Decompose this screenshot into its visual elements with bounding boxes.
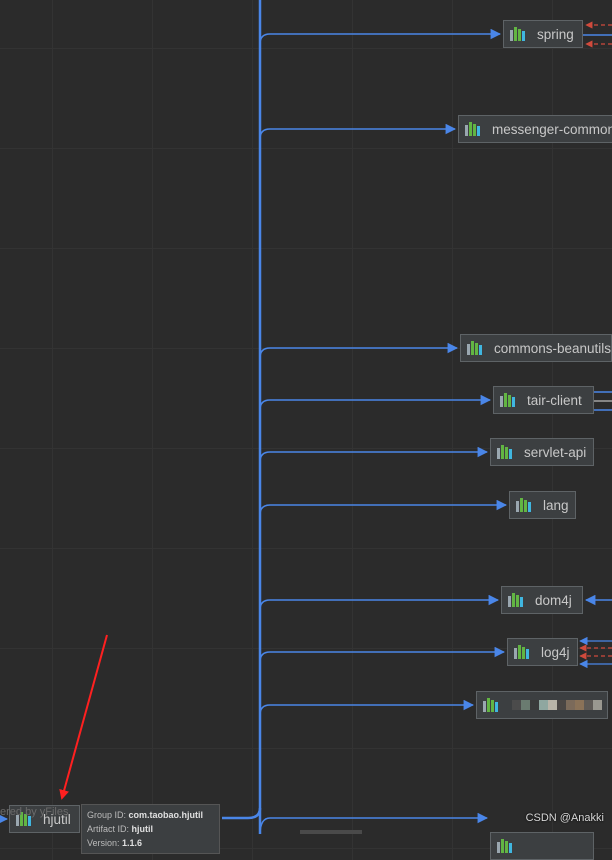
node-spring[interactable]: spring bbox=[503, 20, 583, 48]
node-label: messenger-common bbox=[492, 121, 612, 137]
node-obscured[interactable] bbox=[476, 691, 608, 719]
tooltip-artifact-label: Artifact ID: bbox=[87, 824, 130, 834]
library-icon bbox=[483, 698, 498, 712]
library-icon bbox=[500, 393, 515, 407]
node-servlet-api[interactable]: servlet-api bbox=[490, 438, 594, 466]
node-dom4j[interactable]: dom4j bbox=[501, 586, 583, 614]
horizontal-scrollbar[interactable] bbox=[300, 830, 362, 834]
tooltip-version-label: Version: bbox=[87, 838, 120, 848]
edge-to-dom4j bbox=[259, 594, 500, 611]
node-bottom[interactable] bbox=[490, 832, 594, 860]
node-label: lang bbox=[543, 497, 569, 513]
obscured-label-mosaic bbox=[512, 700, 602, 710]
library-icon bbox=[510, 27, 525, 41]
library-icon bbox=[497, 445, 512, 459]
library-icon bbox=[467, 341, 482, 355]
dependency-diagram-canvas[interactable]: spring messenger-common commons-beanutil… bbox=[0, 0, 612, 860]
node-commons-beanutils[interactable]: commons-beanutils bbox=[460, 334, 612, 362]
edge-to-bottom-node bbox=[259, 812, 489, 834]
library-icon bbox=[508, 593, 523, 607]
tooltip-version-row: Version: 1.1.6 bbox=[87, 836, 214, 850]
node-label: dom4j bbox=[535, 592, 572, 608]
tooltip-group-row: Group ID: com.taobao.hjutil bbox=[87, 808, 214, 822]
tooltip-artifact-value: hjutil bbox=[131, 824, 154, 834]
node-label: commons-beanutils bbox=[494, 340, 612, 356]
node-messenger-common[interactable]: messenger-common bbox=[458, 115, 612, 143]
library-icon bbox=[514, 645, 529, 659]
edge-to-log4j bbox=[259, 646, 506, 663]
edge-to-tair-client bbox=[259, 394, 492, 411]
annotation-arrow bbox=[59, 634, 108, 800]
node-lang[interactable]: lang bbox=[509, 491, 576, 519]
node-label: log4j bbox=[541, 644, 570, 660]
node-label: servlet-api bbox=[524, 444, 587, 460]
edge-to-lang bbox=[259, 499, 508, 516]
node-label: spring bbox=[537, 26, 574, 42]
yfiles-credit: ered by yFiles bbox=[0, 806, 69, 818]
edge-from-hjutil bbox=[222, 807, 262, 820]
library-icon bbox=[465, 122, 480, 136]
tooltip-group-value: com.taobao.hjutil bbox=[128, 810, 204, 820]
edge-to-spring bbox=[259, 28, 502, 45]
library-icon bbox=[516, 498, 531, 512]
edge-to-messenger-common bbox=[259, 123, 457, 140]
node-log4j[interactable]: log4j bbox=[507, 638, 578, 666]
node-tair-client[interactable]: tair-client bbox=[493, 386, 594, 414]
edge-to-servlet-api bbox=[259, 446, 489, 463]
csdn-watermark: CSDN @Anakki bbox=[525, 812, 604, 824]
edge-to-commons-beanutils bbox=[259, 342, 459, 359]
library-icon bbox=[497, 839, 512, 853]
tooltip-group-label: Group ID: bbox=[87, 810, 127, 820]
tooltip-version-value: 1.1.6 bbox=[122, 838, 143, 848]
node-tooltip: Group ID: com.taobao.hjutil Artifact ID:… bbox=[81, 804, 220, 854]
node-label: tair-client bbox=[527, 392, 582, 408]
edge-to-obscured-node bbox=[259, 699, 475, 716]
